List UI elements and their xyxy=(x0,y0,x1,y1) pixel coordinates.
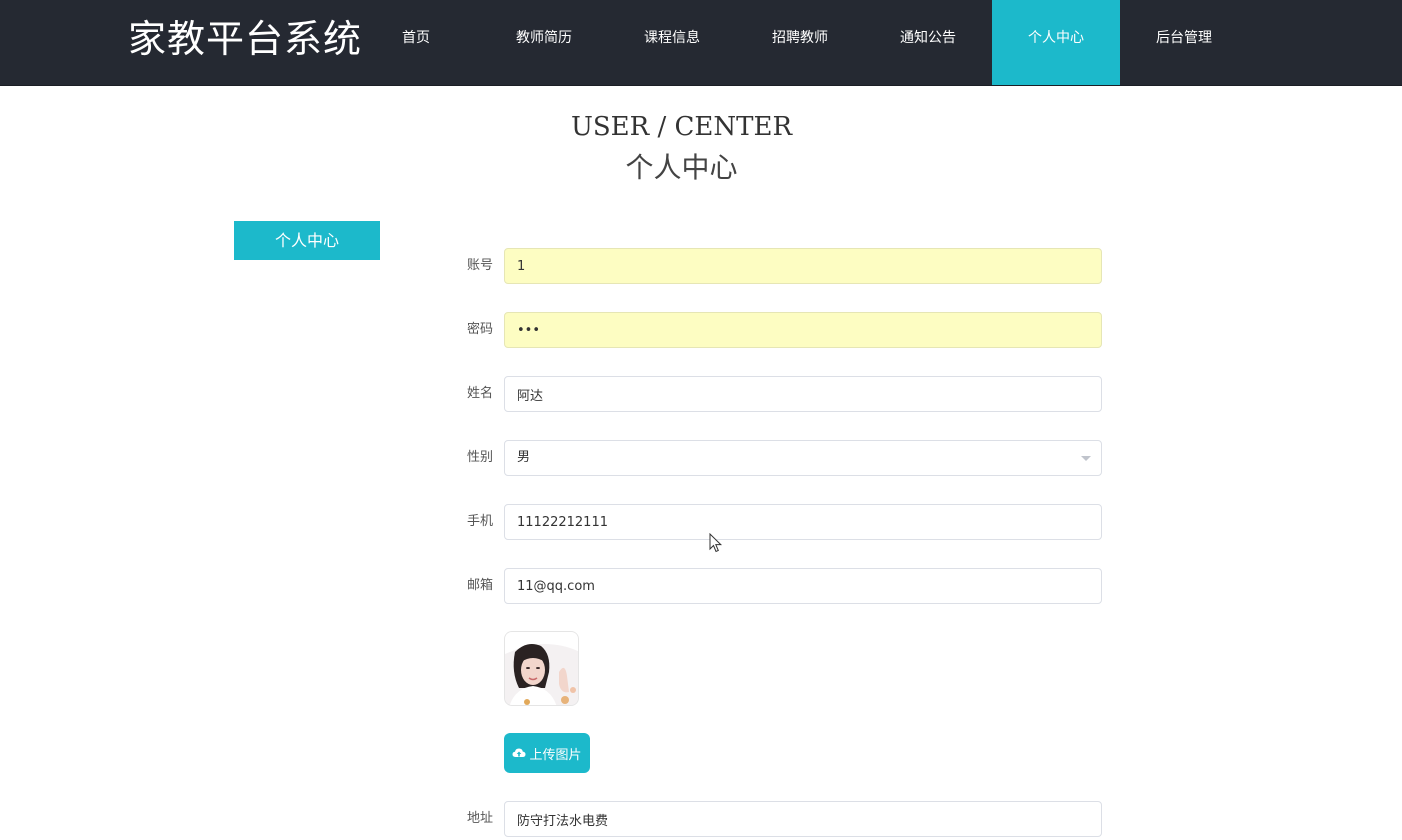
address-input[interactable] xyxy=(504,801,1102,837)
page-title-cn: 个人中心 xyxy=(625,151,738,184)
avatar-photo-icon xyxy=(505,632,578,705)
page-title-en: USER / CENTER xyxy=(570,112,793,142)
gender-select-value: 男 xyxy=(517,450,531,465)
brand-title: 家教平台系统 xyxy=(128,17,363,61)
name-input[interactable] xyxy=(504,376,1102,412)
email-label: 邮箱 xyxy=(466,578,493,593)
email-input[interactable] xyxy=(504,568,1102,604)
gender-label: 性别 xyxy=(466,450,493,465)
address-label: 地址 xyxy=(466,811,493,826)
caret-down-icon xyxy=(1081,456,1091,461)
name-row: 姓名 xyxy=(450,376,1102,412)
nav-item-admin[interactable]: 后台管理 xyxy=(1120,0,1248,85)
nav-item-courses[interactable]: 课程信息 xyxy=(608,0,736,85)
upload-image-label: 上传图片 xyxy=(529,747,582,763)
nav-item-teacher-resumes[interactable]: 教师简历 xyxy=(480,0,608,85)
mouse-cursor-icon xyxy=(709,533,723,553)
phone-input[interactable] xyxy=(504,504,1102,540)
password-label: 密码 xyxy=(466,322,493,337)
name-label: 姓名 xyxy=(466,386,493,401)
nav-item-user-center[interactable]: 个人中心 xyxy=(992,0,1120,85)
password-input[interactable] xyxy=(504,312,1102,348)
top-navbar: 家教平台系统 首页 教师简历 课程信息 招聘教师 通知公告 个人中心 后台管理 xyxy=(0,0,1402,86)
account-label: 账号 xyxy=(466,258,493,273)
nav-item-home[interactable]: 首页 xyxy=(352,0,480,85)
password-row: 密码 xyxy=(450,312,1102,348)
gender-row: 性别 男 xyxy=(450,440,1102,476)
address-row: 地址 xyxy=(450,801,1102,837)
phone-row: 手机 xyxy=(450,504,1102,540)
email-row: 邮箱 xyxy=(450,568,1102,604)
sidebar-item-user-center[interactable]: 个人中心 xyxy=(234,221,380,260)
nav-item-recruit-teachers[interactable]: 招聘教师 xyxy=(736,0,864,85)
main-nav: 首页 教师简历 课程信息 招聘教师 通知公告 个人中心 后台管理 xyxy=(352,0,1248,85)
gender-select[interactable]: 男 xyxy=(504,440,1102,476)
account-input[interactable] xyxy=(504,248,1102,284)
cloud-upload-icon xyxy=(512,748,526,757)
phone-label: 手机 xyxy=(466,514,493,529)
nav-item-notices[interactable]: 通知公告 xyxy=(864,0,992,85)
upload-image-button[interactable]: 上传图片 xyxy=(504,733,590,773)
avatar-image xyxy=(504,631,579,706)
account-row: 账号 xyxy=(450,248,1102,284)
